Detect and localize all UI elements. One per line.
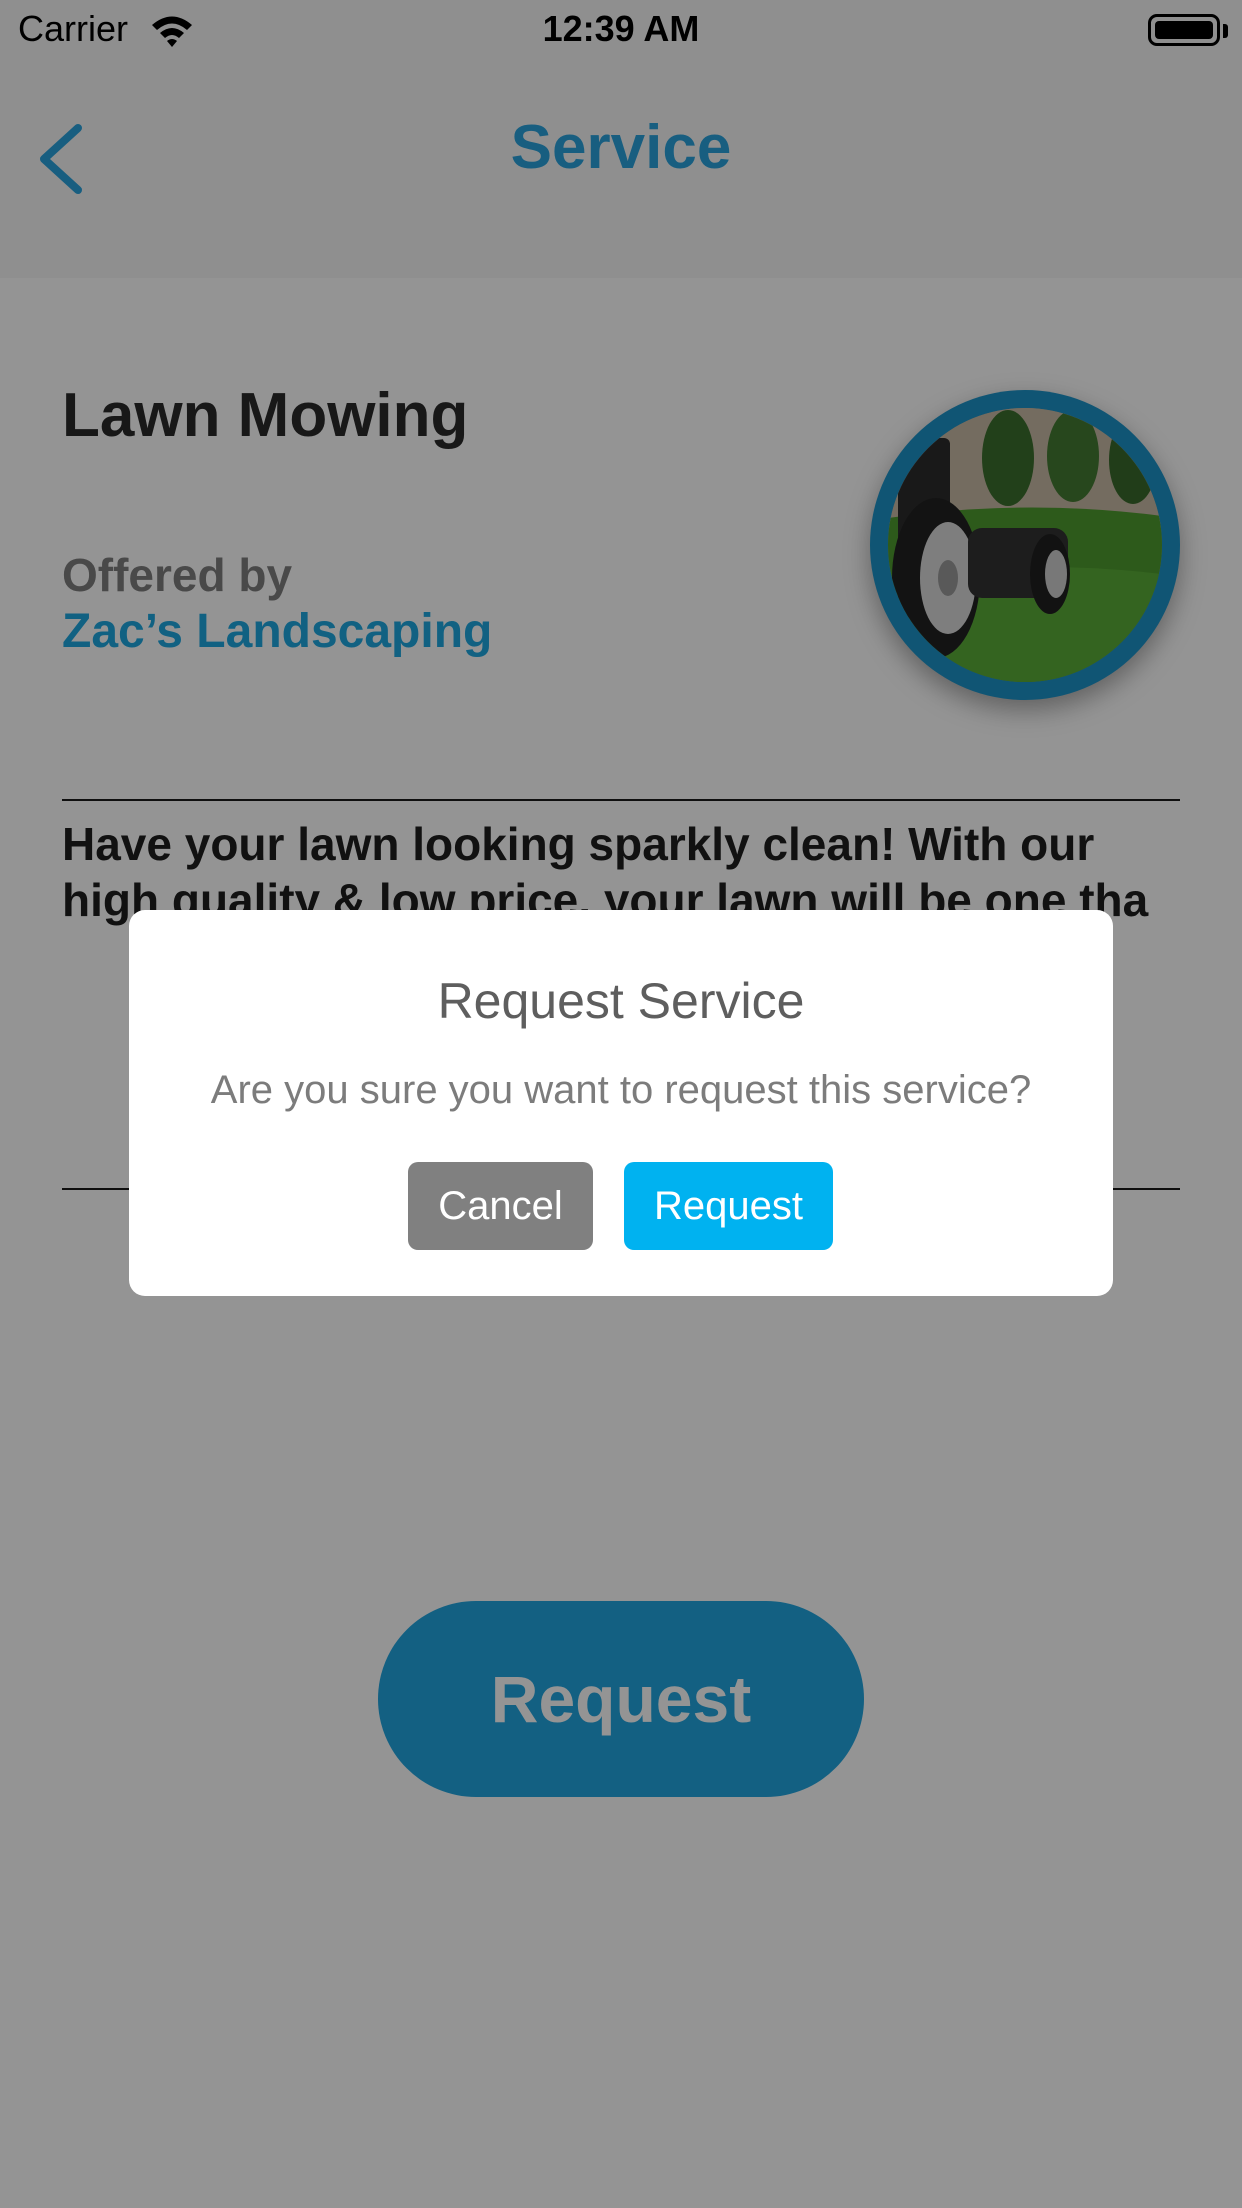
- confirm-request-button[interactable]: Request: [624, 1162, 833, 1250]
- cancel-button[interactable]: Cancel: [408, 1162, 593, 1250]
- alert-message: Are you sure you want to request this se…: [210, 1068, 1032, 1112]
- alert-title: Request Service: [437, 973, 805, 1029]
- request-alert-dialog: Request Service Are you sure you want to…: [129, 910, 1113, 1296]
